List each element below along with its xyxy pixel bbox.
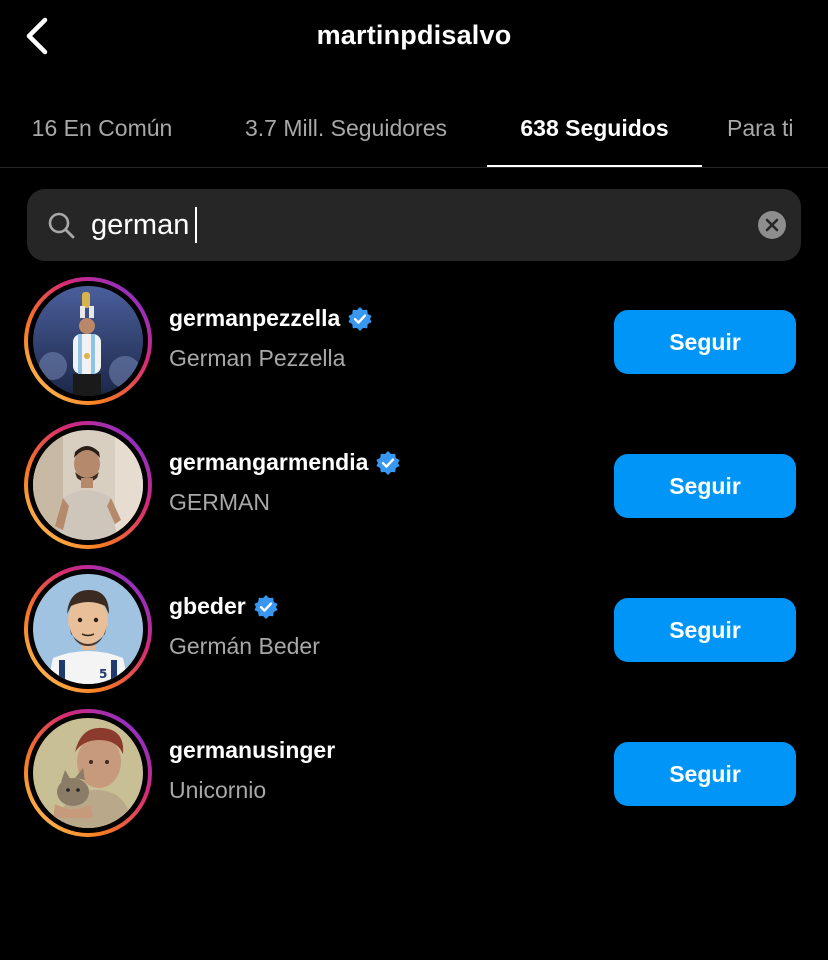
username: germanusinger	[169, 737, 336, 763]
avatar[interactable]: 5	[24, 565, 152, 693]
username-line[interactable]: germanusinger	[169, 737, 335, 764]
full-name: German Pezzella	[169, 345, 346, 371]
avatar[interactable]	[24, 709, 152, 837]
verified-badge-icon	[348, 306, 372, 331]
tab-for-you[interactable]: Para ti	[714, 90, 828, 166]
avatar-photo	[33, 430, 143, 540]
active-tab-indicator	[487, 165, 702, 167]
list-item[interactable]: germanusinger Unicornio Seguir	[0, 707, 828, 851]
tab-label: 16 En Común	[31, 114, 173, 141]
list-item[interactable]: germanpezzella German Pezzella Seguir	[0, 275, 828, 419]
tab-label: 638 Seguidos	[520, 114, 669, 141]
username-line[interactable]: gbeder	[169, 593, 279, 620]
full-name: Germán Beder	[169, 633, 320, 659]
svg-text:5: 5	[99, 667, 107, 681]
list-item[interactable]: germangarmendia GERMAN Seguir	[0, 419, 828, 563]
list-item[interactable]: 5 gbeder Germán Beder Seguir	[0, 563, 828, 707]
search-icon	[48, 212, 75, 239]
verified-badge-icon	[376, 450, 401, 475]
verified-badge-icon	[254, 594, 278, 619]
username: gbeder	[169, 593, 246, 619]
username-line[interactable]: germanpezzella	[169, 305, 373, 332]
search-input[interactable]	[91, 189, 741, 261]
full-name: Unicornio	[169, 777, 267, 803]
follow-button[interactable]: Seguir	[614, 310, 796, 374]
avatar-photo: 5	[33, 574, 143, 684]
tab-mutual[interactable]: 16 En Común	[0, 90, 204, 166]
text-cursor	[195, 207, 197, 243]
username-line[interactable]: germangarmendia	[169, 449, 401, 476]
follow-button[interactable]: Seguir	[614, 598, 796, 662]
tab-label: 3.7 Mill. Seguidores	[245, 114, 447, 141]
clear-icon[interactable]	[758, 211, 786, 239]
avatar[interactable]	[24, 277, 152, 405]
tab-following[interactable]: 638 Seguidos	[487, 90, 702, 167]
profile-username-title: martinpdisalvo	[316, 20, 512, 50]
tab-followers[interactable]: 3.7 Mill. Seguidores	[204, 90, 488, 166]
top-bar: martinpdisalvo	[0, 0, 828, 78]
username: germanpezzella	[169, 305, 341, 331]
follow-button[interactable]: Seguir	[614, 742, 796, 806]
username: germangarmendia	[169, 449, 369, 475]
follow-tabs: 16 En Común 3.7 Mill. Seguidores 638 Seg…	[0, 90, 828, 168]
avatar-photo	[33, 718, 143, 828]
follow-button[interactable]: Seguir	[614, 454, 796, 518]
avatar[interactable]	[24, 421, 152, 549]
tab-label: Para ti	[727, 114, 794, 141]
avatar-photo	[33, 286, 143, 396]
full-name: GERMAN	[169, 489, 270, 515]
search-bar	[27, 189, 801, 261]
